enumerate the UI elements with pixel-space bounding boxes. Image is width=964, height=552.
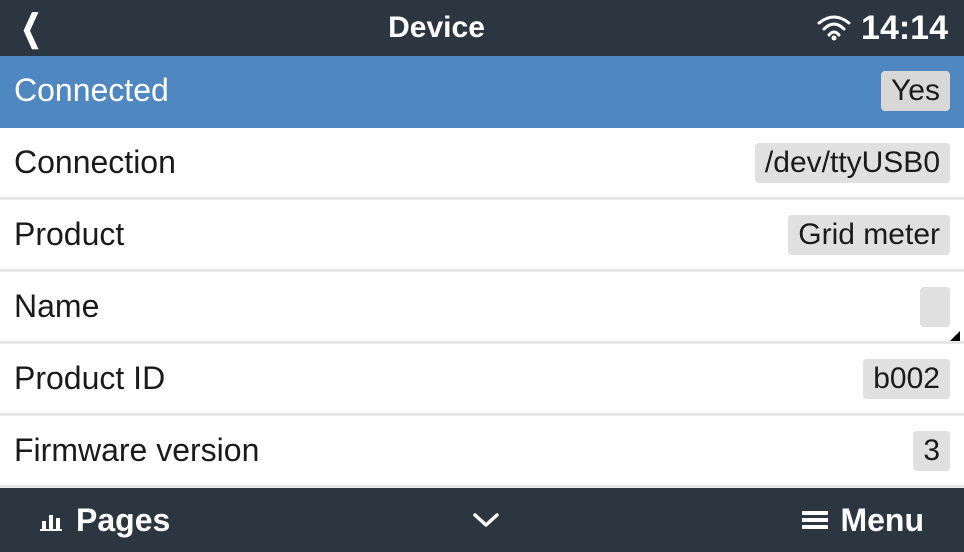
page-title: Device [56,11,817,45]
row-value: b002 [863,359,950,399]
row-product[interactable]: Product Grid meter [0,200,964,272]
row-name[interactable]: Name [0,272,964,344]
row-value: /dev/ttyUSB0 [755,143,950,183]
wifi-icon [817,15,851,41]
menu-button[interactable]: Menu [802,502,924,539]
row-label: Connection [14,144,176,181]
header-left: ❮ [16,10,56,46]
menu-label: Menu [840,502,924,539]
header-right: 14:14 [817,9,948,48]
header-bar: ❮ Device 14:14 [0,0,964,56]
clock-time: 14:14 [861,9,948,48]
hamburger-icon [802,510,828,530]
row-value: Grid meter [788,215,950,255]
row-value: 3 [913,431,950,471]
content-list: Connected Yes Connection /dev/ttyUSB0 Pr… [0,56,964,488]
row-label: Firmware version [14,432,259,469]
row-value[interactable] [920,287,950,327]
bar-chart-icon [40,509,64,531]
chevron-down-icon [471,511,501,529]
row-label: Product [14,216,124,253]
row-label: Name [14,288,99,325]
pages-label: Pages [76,502,170,539]
row-firmware-version[interactable]: Firmware version 3 [0,416,964,488]
name-value-wrap [920,287,950,327]
row-value: Yes [881,71,950,111]
row-label: Connected [14,72,169,109]
pages-button[interactable]: Pages [40,502,170,539]
expand-button[interactable] [471,511,501,529]
row-product-id[interactable]: Product ID b002 [0,344,964,416]
dropdown-indicator-icon [950,331,960,341]
row-label: Product ID [14,360,165,397]
back-button[interactable]: ❮ [21,10,42,46]
footer-bar: Pages Menu [0,488,964,552]
row-connection[interactable]: Connection /dev/ttyUSB0 [0,128,964,200]
row-connected[interactable]: Connected Yes [0,56,964,128]
